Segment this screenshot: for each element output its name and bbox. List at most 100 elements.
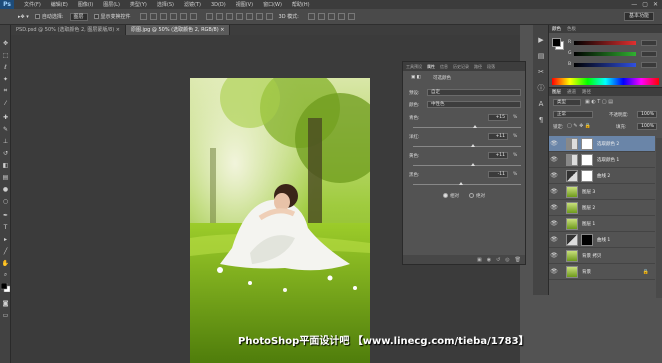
cyan-slider-track[interactable] (413, 127, 521, 128)
history-icon[interactable]: ▶ (536, 35, 546, 45)
tool-presets-icon[interactable]: ✂ (536, 67, 546, 77)
menu-view[interactable]: 视图(V) (236, 1, 253, 8)
tab-color[interactable]: 颜色 (552, 26, 561, 32)
lasso-tool-icon[interactable]: ℓ (1, 63, 10, 71)
black-slider-knob[interactable] (459, 182, 464, 185)
zoom-tool-icon[interactable]: ⌕ (1, 271, 10, 279)
lock-icons[interactable]: ▢ ✎ ✥ 🔒 (567, 123, 591, 129)
layer-row[interactable]: 👁 曲线 2 (549, 168, 655, 184)
cyan-value[interactable]: +15 (488, 114, 508, 121)
clip-to-layer-icon[interactable]: ▣ (477, 257, 482, 263)
paragraph-icon[interactable]: ¶ (536, 115, 546, 125)
visibility-eye-icon[interactable]: 👁 (549, 220, 559, 227)
menu-file[interactable]: 文件(F) (24, 1, 41, 8)
layer-row[interactable]: 👁 图层 2 (549, 200, 655, 216)
visibility-eye-icon[interactable]: 👁 (549, 156, 559, 163)
tab-info[interactable]: 信息 (440, 64, 448, 70)
brush-panel-icon[interactable]: ▤ (536, 51, 546, 61)
dodge-tool-icon[interactable]: ○ (1, 197, 10, 205)
shape-tool-icon[interactable]: ╱ (1, 247, 10, 255)
quick-mask-icon[interactable]: ◙ (1, 299, 10, 307)
visibility-icon[interactable]: ◎ (505, 257, 509, 263)
tab-tool-presets[interactable]: 工具预设 (406, 64, 422, 70)
foreground-background-swatch[interactable] (1, 282, 10, 292)
eyedropper-icon[interactable]: ⁄ (1, 99, 10, 107)
green-slider[interactable] (574, 52, 636, 56)
visibility-eye-icon[interactable]: 👁 (549, 140, 559, 147)
menu-edit[interactable]: 编辑(E) (51, 1, 68, 8)
visibility-eye-icon[interactable]: 👁 (549, 172, 559, 179)
tab-paragraph[interactable]: 段落 (487, 64, 495, 70)
visibility-eye-icon[interactable]: 👁 (549, 204, 559, 211)
close-icon[interactable]: ✕ (653, 1, 658, 8)
menu-3d[interactable]: 3D(D) (211, 2, 226, 8)
visibility-eye-icon[interactable]: 👁 (549, 252, 559, 259)
history-brush-icon[interactable]: ↺ (1, 149, 10, 157)
layer-mask-thumbnail[interactable] (581, 153, 593, 166)
tab-properties[interactable]: 属性 (427, 64, 435, 70)
healing-brush-icon[interactable]: ✚ (1, 113, 10, 121)
green-value[interactable] (641, 51, 657, 57)
tab-psd[interactable]: PSD.psd @ 50% (选取颜色 2, 图层蒙版/8) × (11, 25, 126, 35)
auto-select-dropdown[interactable]: 图层 (69, 12, 88, 21)
menu-layer[interactable]: 图层(L) (103, 1, 120, 8)
blur-tool-icon[interactable]: ● (1, 185, 10, 193)
crop-tool-icon[interactable]: ⌗ (1, 87, 10, 95)
tab-layers[interactable]: 图层 (552, 89, 561, 95)
layer-mask-thumbnail[interactable] (581, 233, 593, 246)
magenta-slider-knob[interactable] (470, 144, 475, 147)
layer-row[interactable]: 👁 选取颜色 2 (549, 136, 655, 152)
tab-original-jpg[interactable]: 原图.jpg @ 50% (选取颜色 2, RGB/8) × (125, 25, 231, 35)
tab-channels[interactable]: 通道 (567, 89, 576, 95)
layer-kind-filter[interactable]: 类型 (553, 99, 581, 106)
info-icon[interactable]: ⓘ (536, 83, 546, 93)
layer-mask-thumbnail[interactable] (581, 137, 593, 150)
move-tool-icon[interactable]: ▸✥ ▾ (18, 14, 29, 20)
view-previous-icon[interactable]: ◉ (487, 257, 491, 263)
layer-mask-thumbnail[interactable] (581, 169, 593, 182)
magenta-value[interactable]: +11 (488, 133, 508, 140)
yellow-value[interactable]: +11 (488, 152, 508, 159)
method-absolute[interactable]: 绝对 (469, 193, 485, 199)
colors-dropdown[interactable]: 中性色 (427, 101, 521, 108)
foreground-color-swatch[interactable] (552, 38, 561, 47)
menu-help[interactable]: 帮助(H) (292, 1, 310, 8)
minimize-icon[interactable]: — (631, 1, 637, 8)
layer-row[interactable]: 👁 图层 1 (549, 216, 655, 232)
menu-filter[interactable]: 滤镜(T) (184, 1, 201, 8)
character-icon[interactable]: A (536, 99, 546, 109)
path-select-icon[interactable]: ▸ (1, 235, 10, 243)
reset-icon[interactable]: ↺ (496, 257, 500, 263)
black-value[interactable]: -11 (488, 171, 508, 178)
method-relative[interactable]: 相对 (443, 193, 459, 199)
menu-select[interactable]: 选择(S) (157, 1, 174, 8)
move-tool-icon[interactable]: ✥ (1, 39, 10, 47)
blue-value[interactable] (641, 62, 657, 68)
fill-value[interactable]: 100% (637, 123, 657, 130)
show-transform-checkbox[interactable]: 显示变换控件 (93, 13, 131, 20)
layer-row[interactable]: 👁 背景 拷贝 (549, 248, 655, 264)
magenta-slider-track[interactable] (413, 146, 521, 147)
tab-swatches[interactable]: 色板 (567, 26, 576, 32)
layer-row[interactable]: 👁 选取颜色 1 (549, 152, 655, 168)
visibility-eye-icon[interactable]: 👁 (549, 188, 559, 195)
3d-mode-buttons[interactable] (305, 13, 355, 20)
layer-row[interactable]: 👁 背景 🔒 (549, 264, 655, 280)
magic-wand-icon[interactable]: ✦ (1, 75, 10, 83)
menu-window[interactable]: 窗口(W) (263, 1, 282, 8)
align-buttons[interactable] (137, 13, 197, 20)
blend-mode-dropdown[interactable]: 正常 (553, 111, 593, 118)
tab-paths[interactable]: 路径 (474, 64, 482, 70)
eraser-tool-icon[interactable]: ◧ (1, 161, 10, 169)
menu-type[interactable]: 类型(Y) (130, 1, 147, 8)
layer-row[interactable]: 👁 图层 3 (549, 184, 655, 200)
visibility-eye-icon[interactable]: 👁 (549, 236, 559, 243)
layer-row[interactable]: 👁 曲线 1 (549, 232, 655, 248)
menu-image[interactable]: 图像(I) (78, 1, 93, 8)
brush-tool-icon[interactable]: ✎ (1, 125, 10, 133)
color-spectrum-bar[interactable] (552, 78, 659, 85)
red-value[interactable] (641, 40, 657, 46)
gradient-tool-icon[interactable]: ▤ (1, 173, 10, 181)
red-slider[interactable] (574, 41, 636, 45)
black-slider-track[interactable] (413, 184, 521, 185)
